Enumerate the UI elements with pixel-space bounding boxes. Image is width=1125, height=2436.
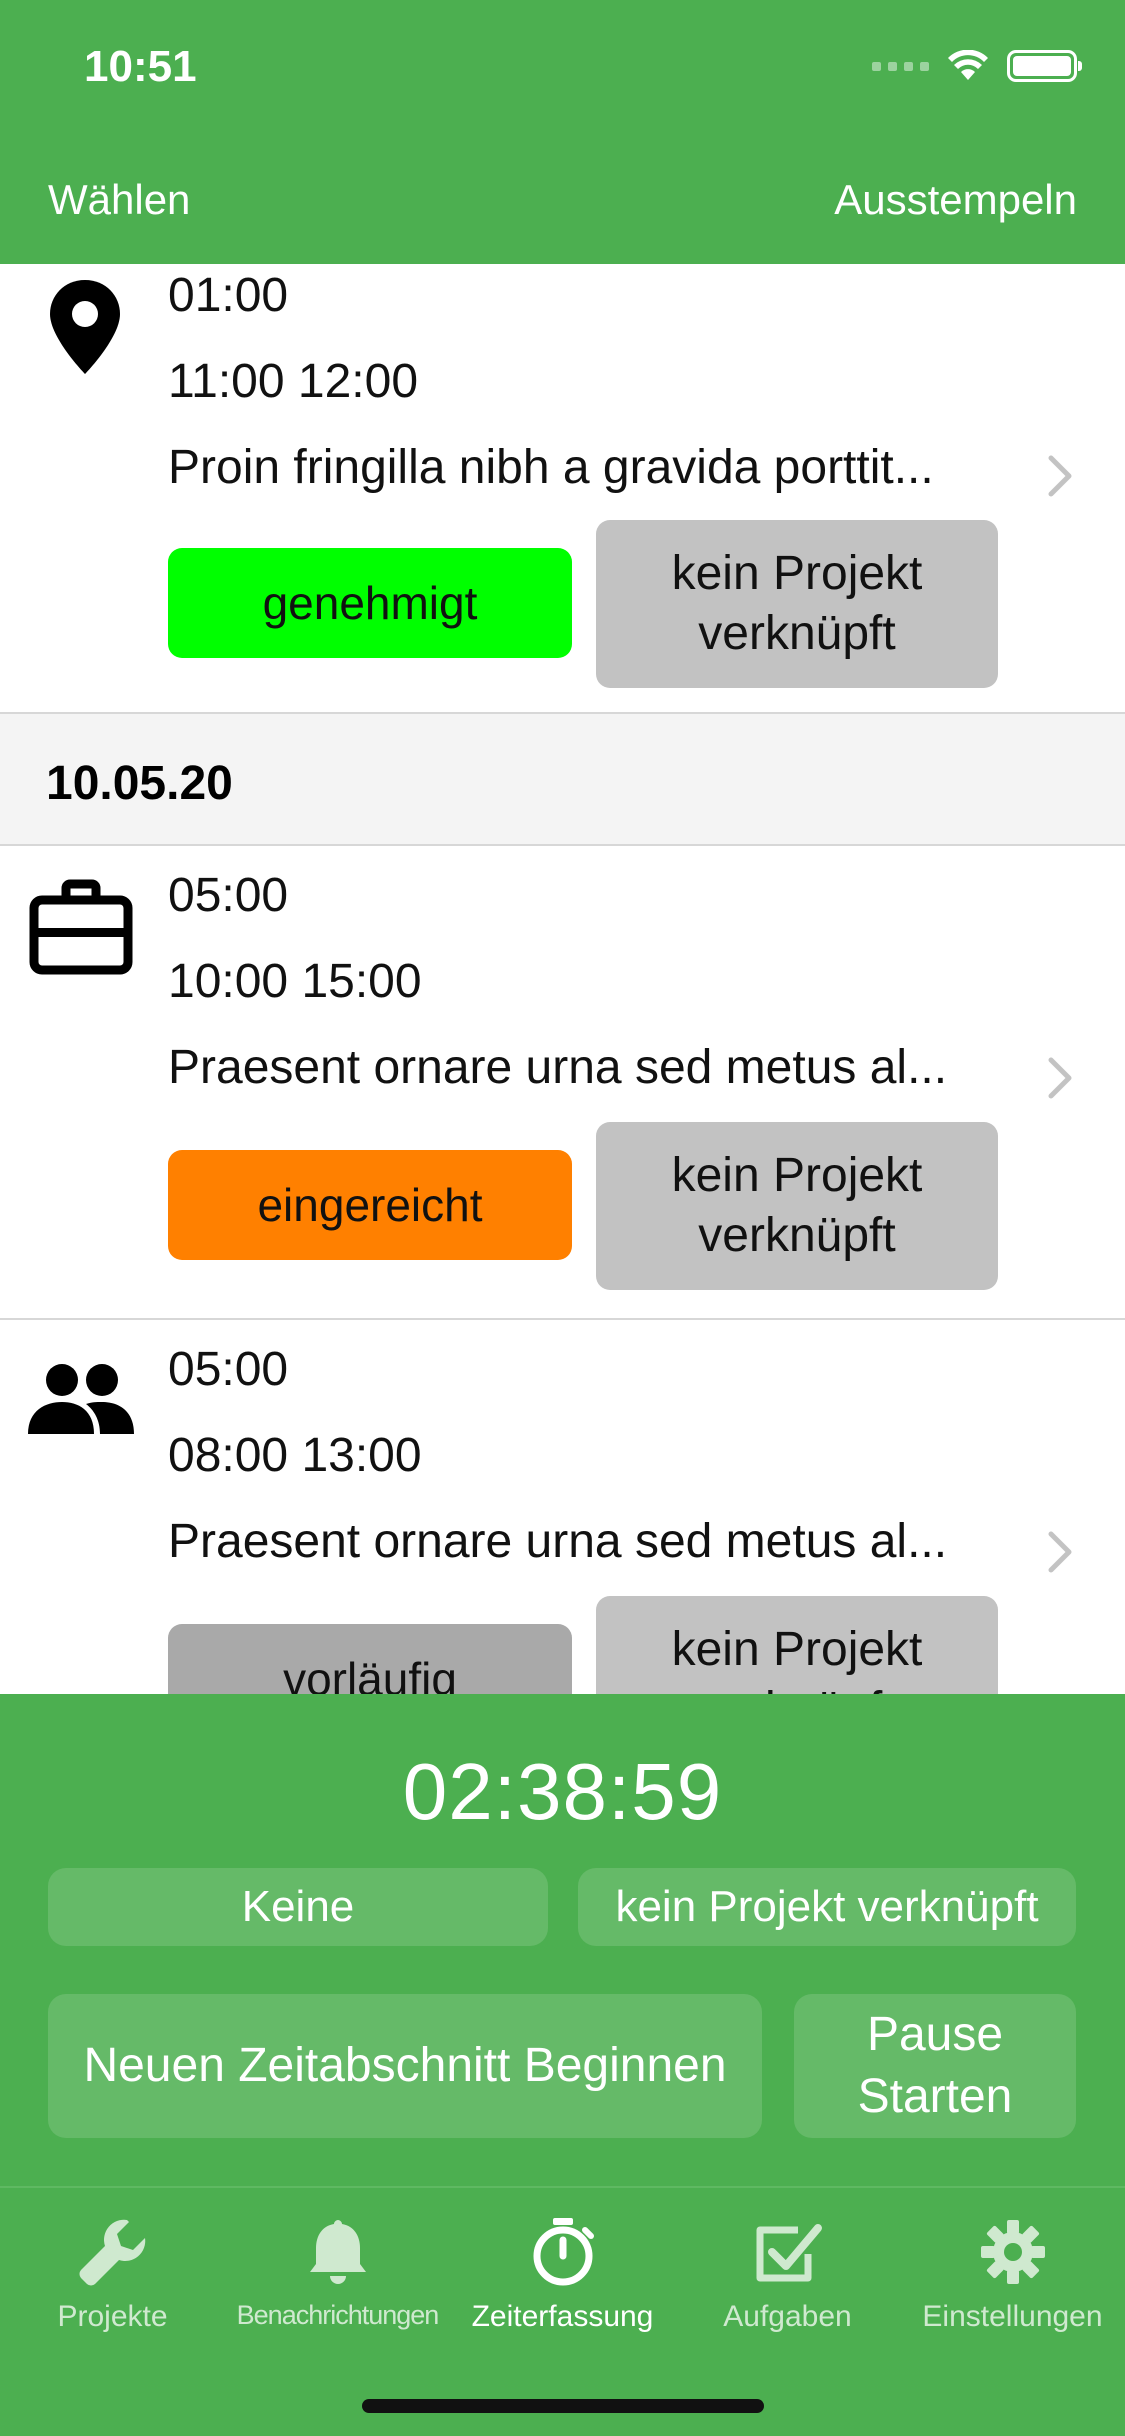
select-button[interactable]: Wählen: [48, 176, 190, 224]
wifi-icon: [948, 50, 988, 80]
clock-out-button[interactable]: Ausstempeln: [834, 176, 1077, 224]
status-time: 10:51: [84, 42, 197, 91]
timer-panel: 02:38:59 Keine kein Projekt verknüpft Ne…: [0, 1694, 1125, 2186]
category-selector[interactable]: Keine: [48, 1868, 548, 1946]
entry-time-range: 11:00 12:00: [168, 355, 419, 408]
tab-aufgaben[interactable]: Aufgaben: [675, 2214, 900, 2334]
new-segment-button[interactable]: Neuen Zeitabschnitt Beginnen: [48, 1994, 762, 2138]
project-selector[interactable]: kein Projekt verknüpft: [578, 1868, 1076, 1946]
pause-button[interactable]: Pause Starten: [794, 1994, 1076, 2138]
time-entry-list[interactable]: 01:00 11:00 12:00 Proin fringilla nibh a…: [0, 264, 1125, 1694]
tab-label: Benachrichtungen: [236, 2300, 440, 2330]
cellular-signal-icon: [872, 61, 929, 71]
entry-time-range: 08:00 13:00: [168, 1429, 422, 1482]
checkbox-icon: [756, 2224, 822, 2282]
chevron-right-icon: [1048, 455, 1072, 497]
entry-duration: 01:00: [168, 269, 289, 322]
tab-label: Projekte: [57, 2300, 168, 2333]
project-link-button[interactable]: kein Projekt verknüpft: [596, 520, 998, 688]
entry-description: Praesent ornare urna sed metus al...: [168, 1515, 948, 1568]
time-entry-row[interactable]: 05:00 10:00 15:00 Praesent ornare urna s…: [0, 846, 1125, 1320]
time-entry-row[interactable]: 01:00 11:00 12:00 Proin fringilla nibh a…: [0, 264, 1125, 714]
project-link-button[interactable]: kein Projekt verknüpft: [596, 1596, 998, 1694]
bell-icon: [309, 2220, 366, 2284]
header: 10:51 Wählen Ausstempeln: [0, 0, 1125, 264]
briefcase-icon: [29, 879, 133, 975]
stopwatch-icon: [533, 2218, 594, 2286]
status-badge[interactable]: eingereicht: [168, 1150, 572, 1260]
tab-label: Einstellungen: [922, 2300, 1103, 2333]
home-indicator: [362, 2399, 764, 2413]
tab-zeiterfassung[interactable]: Zeiterfassung: [450, 2214, 675, 2334]
elapsed-timer: 02:38:59: [402, 1747, 723, 1836]
tab-projekte[interactable]: Projekte: [0, 2214, 225, 2334]
tab-label: Zeiterfassung: [471, 2300, 654, 2333]
chevron-right-icon: [1048, 1531, 1072, 1573]
entry-time-range: 10:00 15:00: [168, 955, 422, 1008]
battery-icon: [1007, 50, 1082, 82]
people-icon: [28, 1364, 134, 1434]
location-pin-icon: [50, 280, 120, 374]
tab-label: Aufgaben: [723, 2300, 852, 2333]
status-icons: [872, 50, 1082, 82]
date-section-header: 10.05.20: [0, 714, 1125, 846]
wrench-icon: [78, 2219, 145, 2286]
entry-description: Proin fringilla nibh a gravida porttit..…: [168, 441, 934, 494]
entry-duration: 05:00: [168, 869, 289, 922]
section-date: 10.05.20: [46, 757, 233, 810]
entry-duration: 05:00: [168, 1343, 289, 1396]
tab-einstellungen[interactable]: Einstellungen: [900, 2214, 1125, 2334]
entry-description: Praesent ornare urna sed metus al...: [168, 1041, 948, 1094]
project-link-button[interactable]: kein Projekt verknüpft: [596, 1122, 998, 1290]
status-badge[interactable]: genehmigt: [168, 548, 572, 658]
status-badge[interactable]: vorläufig: [168, 1624, 572, 1694]
time-entry-row[interactable]: 05:00 08:00 13:00 Praesent ornare urna s…: [0, 1320, 1125, 1694]
chevron-right-icon: [1048, 1057, 1072, 1099]
gear-icon: [980, 2220, 1045, 2284]
tab-benachrichtungen[interactable]: Benachrichtungen: [225, 2214, 450, 2331]
